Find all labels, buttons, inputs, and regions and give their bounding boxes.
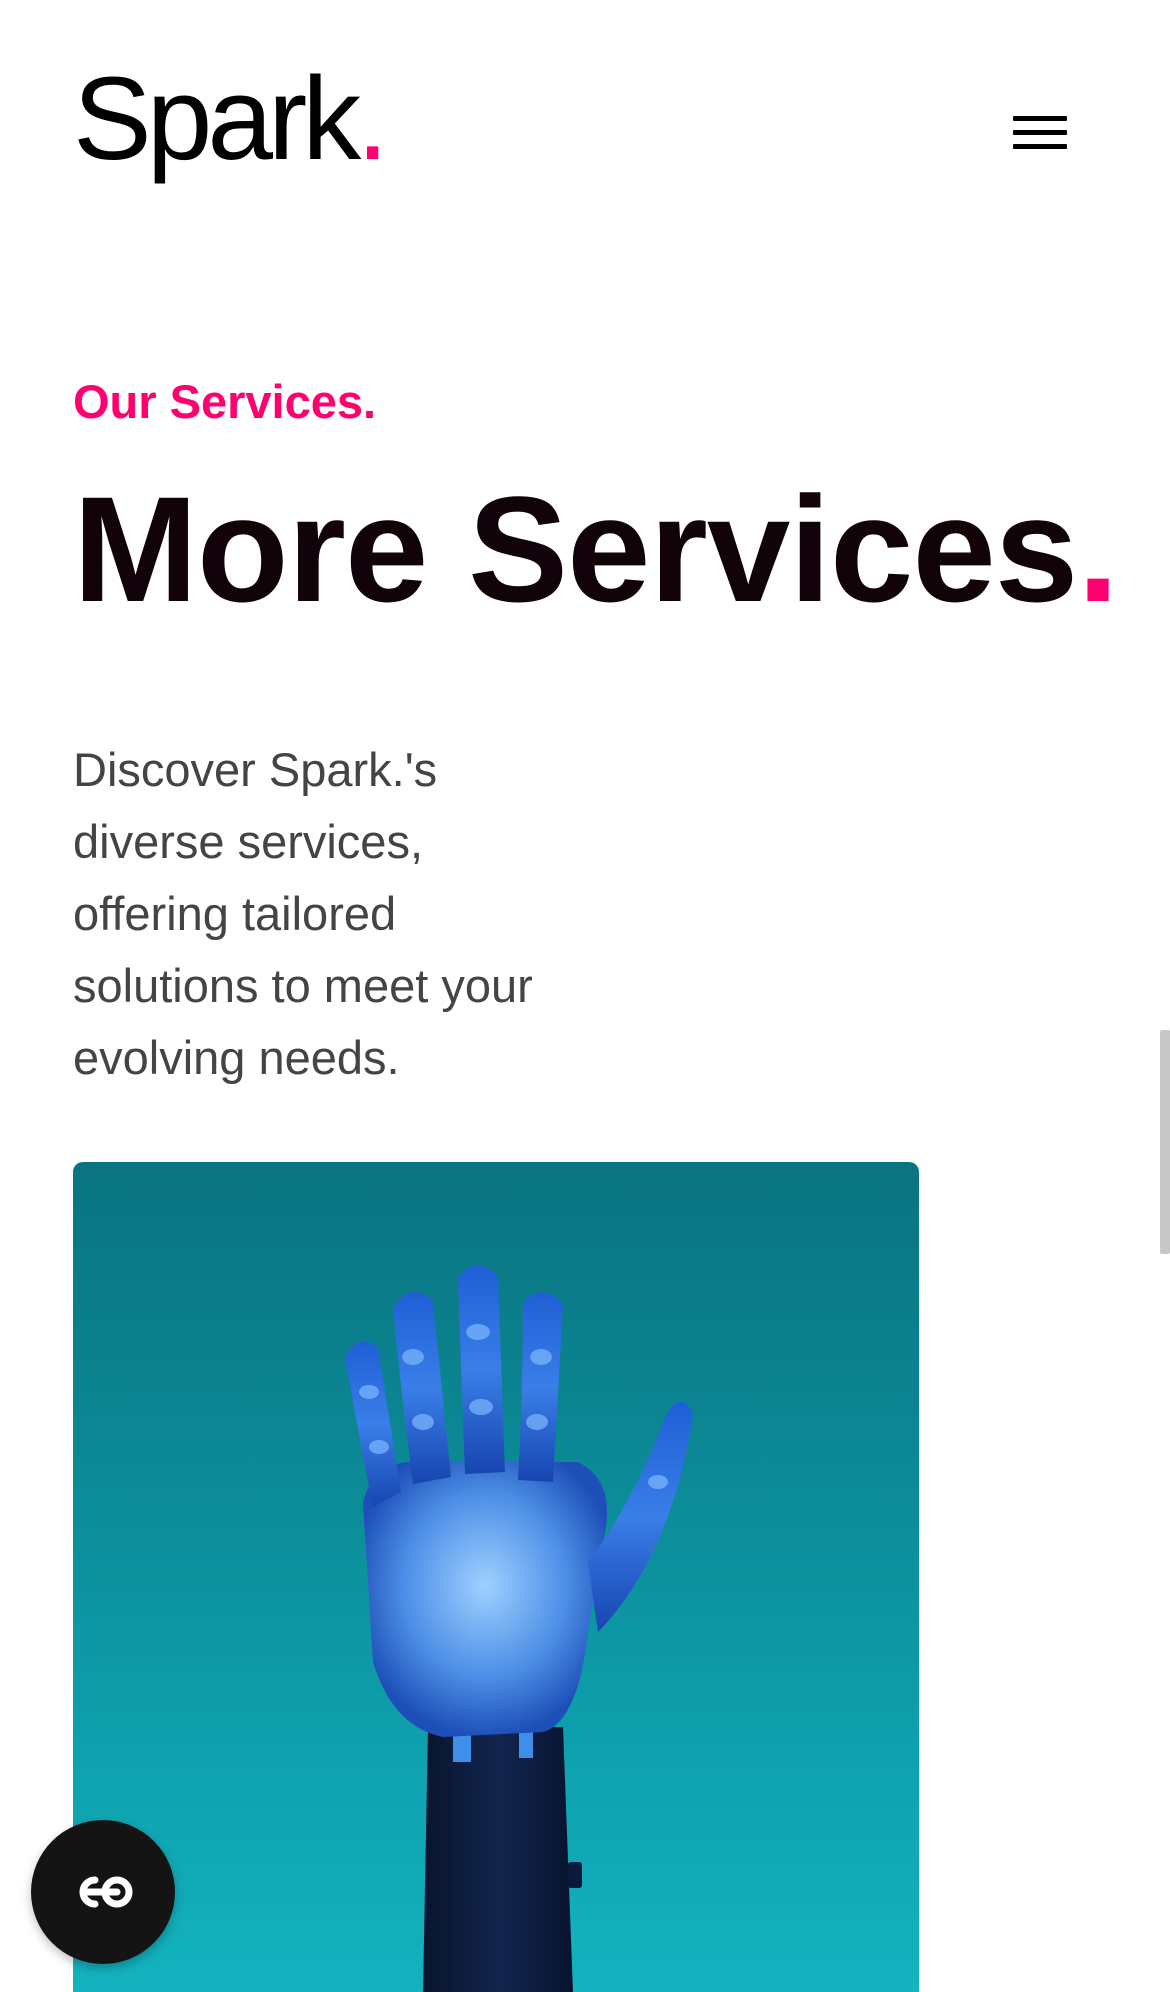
logo-text: Spark (73, 53, 361, 185)
menu-line (1013, 116, 1067, 121)
menu-line (1013, 144, 1067, 149)
loop-glyph (79, 1876, 133, 1908)
section-description: Discover Spark.'s diverse services, offe… (73, 743, 533, 1084)
menu-line (1013, 130, 1067, 135)
section-eyebrow: Our Services. (73, 375, 377, 428)
robotic-hand-image (73, 1162, 919, 1992)
page-title: More Services. (73, 474, 1119, 624)
logo-dot: . (356, 53, 389, 185)
page-title-text: More Services (73, 465, 1078, 633)
site-header: Spark. (73, 60, 1073, 200)
hamburger-menu-icon[interactable] (1009, 110, 1069, 154)
page-title-dot: . (1077, 465, 1119, 633)
page: Spark. Our Services. More Services. Disc… (0, 0, 1170, 1992)
spark-logo[interactable]: Spark. (73, 60, 389, 178)
scrollbar-thumb[interactable] (1160, 1030, 1170, 1254)
chat-loop-icon[interactable] (31, 1820, 175, 1964)
